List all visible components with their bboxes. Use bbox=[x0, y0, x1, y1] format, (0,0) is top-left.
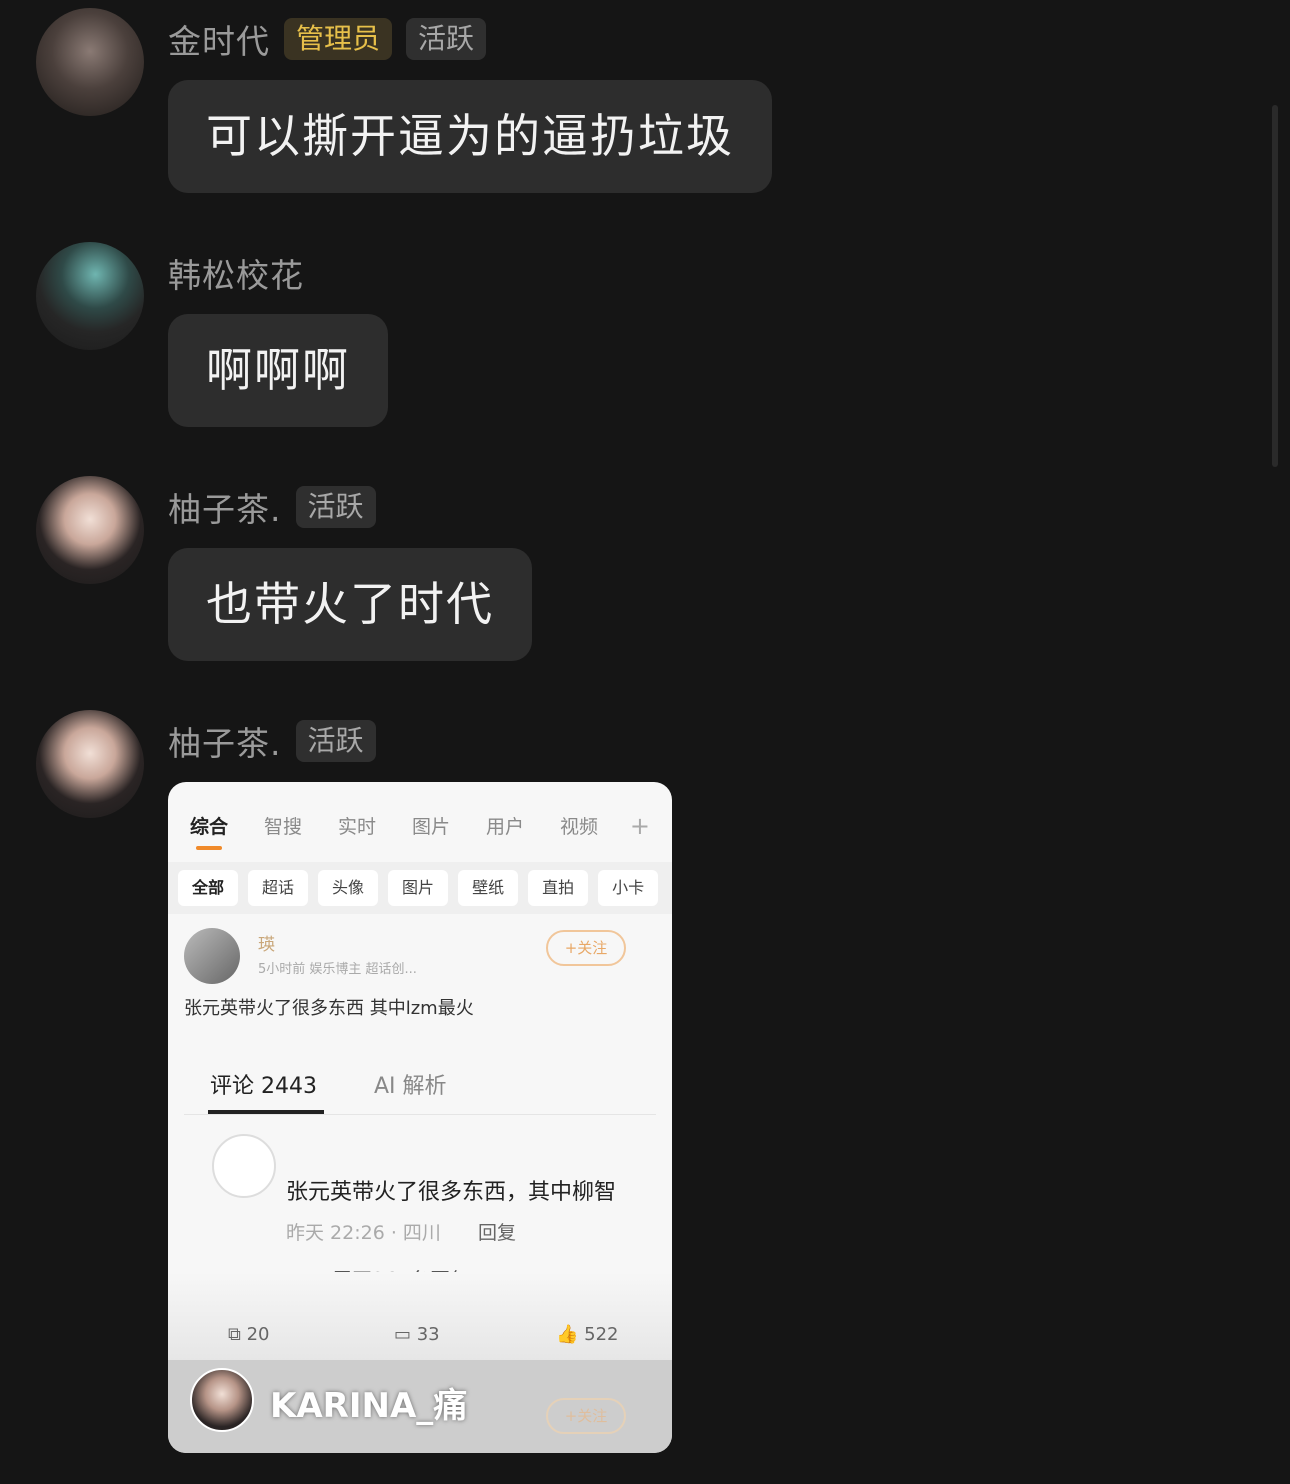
avatar[interactable] bbox=[36, 8, 144, 116]
username[interactable]: 韩松校花 bbox=[168, 249, 304, 297]
admin-badge: 管理员 bbox=[284, 18, 393, 60]
name-row: 柚子茶. 活跃 bbox=[168, 718, 376, 764]
tab-video: 视频 bbox=[560, 816, 599, 838]
follow-button: +关注 bbox=[546, 1398, 626, 1434]
avatar[interactable] bbox=[36, 476, 144, 584]
commenter-avatar bbox=[212, 1134, 276, 1198]
chip: 超话 bbox=[248, 870, 309, 906]
active-badge: 活跃 bbox=[295, 486, 376, 528]
tab-comprehensive: 综合 bbox=[190, 802, 264, 862]
tab-realtime: 实时 bbox=[338, 816, 377, 838]
comment-value: 33 bbox=[416, 1324, 440, 1345]
post-author: 瑛 bbox=[258, 935, 275, 955]
message-bubble[interactable]: 啊啊啊 bbox=[168, 314, 388, 427]
tab-users: 用户 bbox=[486, 816, 525, 838]
chip: 头像 bbox=[318, 870, 379, 906]
tab-images: 图片 bbox=[412, 816, 451, 838]
chip: 直拍 bbox=[528, 870, 589, 906]
watermark-text: KARINA_痛 bbox=[270, 1386, 468, 1426]
avatar[interactable] bbox=[36, 710, 144, 818]
chip: 图片 bbox=[388, 870, 449, 906]
post-stats: ⧉ 20 ▭ 33 👍 522 bbox=[168, 1324, 672, 1354]
comment-text: 张元英带火了很多东西，其中柳智 bbox=[286, 1180, 617, 1205]
post-avatar bbox=[184, 928, 240, 984]
divider bbox=[184, 1114, 656, 1115]
username[interactable]: 柚子茶. bbox=[168, 717, 282, 765]
name-row: 韩松校花 bbox=[168, 250, 304, 296]
like-count: 👍 522 bbox=[556, 1324, 619, 1345]
filter-chips: 全部 超话 头像 图片 壁纸 直拍 小卡 bbox=[168, 862, 672, 914]
comment-time: 昨天 22:26 · 四川 bbox=[286, 1222, 441, 1244]
repost-value: 20 bbox=[246, 1324, 270, 1345]
repost-count: ⧉ 20 bbox=[228, 1324, 270, 1345]
username[interactable]: 金时代 bbox=[168, 15, 270, 63]
message-bubble[interactable]: 也带火了时代 bbox=[168, 548, 532, 661]
watermark-avatar bbox=[190, 1368, 254, 1432]
name-row: 金时代 管理员 活跃 bbox=[168, 15, 487, 63]
chip: 全部 bbox=[178, 870, 239, 906]
reply-link: 回复 bbox=[478, 1222, 517, 1244]
username[interactable]: 柚子茶. bbox=[168, 483, 282, 531]
image-message[interactable]: 综合 智搜 实时 图片 用户 视频 + 全部 超话 头像 图片 壁纸 直拍 小卡… bbox=[168, 782, 672, 1453]
ai-analysis-tab: AI 解析 bbox=[374, 1074, 447, 1099]
post-meta: 5小时前 娱乐博主 超话创... bbox=[258, 962, 417, 977]
comments-tab: 评论 2443 bbox=[210, 1074, 317, 1099]
search-tabs: 综合 智搜 实时 图片 用户 视频 bbox=[168, 802, 672, 862]
avatar[interactable] bbox=[36, 242, 144, 350]
comment-count: ▭ 33 bbox=[394, 1324, 440, 1345]
name-row: 柚子茶. 活跃 bbox=[168, 484, 376, 530]
chip: 壁纸 bbox=[458, 870, 519, 906]
like-value: 522 bbox=[584, 1324, 619, 1345]
active-badge: 活跃 bbox=[295, 720, 376, 762]
message-bubble[interactable]: 可以撕开逼为的逼扔垃圾 bbox=[168, 80, 772, 193]
post-text: 张元英带火了很多东西 其中lzm最火 bbox=[184, 998, 474, 1019]
plus-icon: + bbox=[629, 812, 650, 840]
tab-smart-search: 智搜 bbox=[264, 816, 303, 838]
chip: 小卡 bbox=[598, 870, 659, 906]
fade-overlay bbox=[168, 1272, 672, 1372]
follow-button: +关注 bbox=[546, 930, 626, 966]
active-badge: 活跃 bbox=[406, 18, 487, 60]
scrollbar[interactable] bbox=[1272, 105, 1278, 467]
